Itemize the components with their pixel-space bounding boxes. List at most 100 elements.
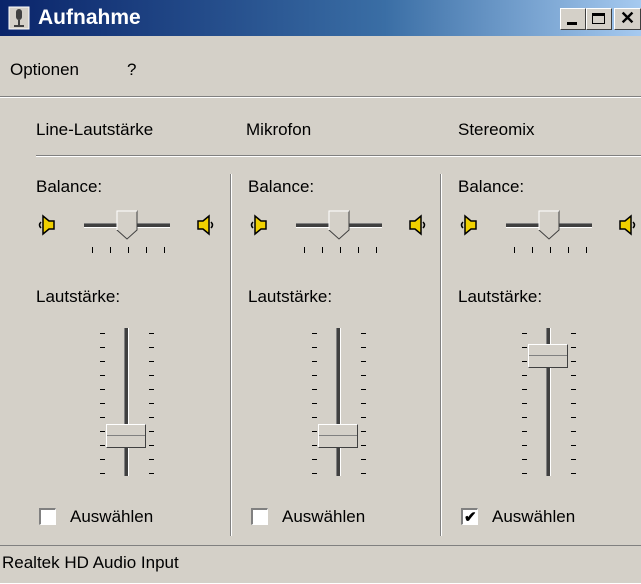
header-divider [36,155,641,157]
mixer-window: Aufnahme ✕ Optionen ? Line-Lautstärke Mi… [0,0,641,583]
balance-slider-thumb[interactable] [328,210,350,240]
volume-tick [100,431,105,432]
select-checkbox[interactable] [39,508,56,525]
volume-tick [149,389,154,390]
volume-tick [312,347,317,348]
select-label[interactable]: Auswählen [70,507,153,527]
balance-label: Balance: [36,177,103,196]
menu-help[interactable]: ? [127,60,136,80]
select-label[interactable]: Auswählen [282,507,365,527]
volume-tick [522,417,527,418]
volume-slider-track[interactable] [124,328,129,476]
volume-tick [312,459,317,460]
volume-tick [522,347,527,348]
volume-tick [100,361,105,362]
balance-label: Balance: [458,177,525,196]
minimize-icon [567,22,577,25]
balance-tick [146,247,147,253]
volume-tick [100,389,105,390]
volume-tick [149,445,154,446]
volume-tick [149,347,154,348]
volume-tick [100,417,105,418]
menu-optionen[interactable]: Optionen [10,60,79,80]
window-title: Aufnahme [38,6,141,29]
maximize-button[interactable] [586,8,612,30]
balance-tick [532,247,533,253]
volume-slider-track[interactable] [336,328,341,476]
maximize-icon [592,13,605,24]
volume-tick [571,459,576,460]
balance-label: Balance: [248,177,315,196]
volume-label: Lautstärke: [458,287,543,306]
balance-slider-thumb[interactable] [116,210,138,240]
balance-tick [514,247,515,253]
volume-label: Lautstärke: [248,287,333,306]
check-icon: ✔ [464,509,477,526]
balance-tick [550,247,551,253]
volume-tick [522,473,527,474]
close-button[interactable]: ✕ [614,8,641,30]
balance-slider-thumb[interactable] [538,210,560,240]
volume-tick [571,445,576,446]
volume-tick [312,403,317,404]
channel-title-mikrofon: Mikrofon [246,120,312,139]
volume-tick [312,417,317,418]
minimize-button[interactable] [560,8,586,30]
microphone-app-icon [8,6,30,30]
speaker-right-icon [409,214,426,236]
volume-tick [361,361,366,362]
balance-tick [568,247,569,253]
volume-tick [571,361,576,362]
volume-tick [571,389,576,390]
volume-label: Lautstärke: [36,287,121,306]
volume-tick [522,361,527,362]
volume-slider-thumb[interactable] [528,343,568,368]
balance-tick [376,247,377,253]
volume-tick [522,431,527,432]
balance-tick [586,247,587,253]
volume-tick [312,473,317,474]
balance-tick [128,247,129,253]
select-checkbox[interactable] [251,508,268,525]
volume-tick [571,347,576,348]
volume-tick [100,459,105,460]
volume-tick [522,403,527,404]
volume-tick [361,333,366,334]
select-checkbox[interactable]: ✔ [461,508,478,526]
balance-tick [304,247,305,253]
volume-tick [522,333,527,334]
volume-tick [149,473,154,474]
volume-tick [522,459,527,460]
close-icon: ✕ [620,8,636,28]
volume-tick [361,417,366,418]
volume-tick [361,347,366,348]
volume-tick [361,375,366,376]
volume-tick [571,375,576,376]
balance-tick [92,247,93,253]
menu-separator [0,96,641,98]
column-divider [230,174,232,536]
volume-tick [149,375,154,376]
volume-tick [149,403,154,404]
volume-tick [571,473,576,474]
volume-tick [312,333,317,334]
speaker-right-icon [619,214,636,236]
volume-tick [361,403,366,404]
menu-bar: Optionen ? [0,56,641,84]
channel-title-stereomix: Stereomix [458,120,535,139]
volume-tick [571,403,576,404]
volume-tick [361,445,366,446]
volume-slider-thumb[interactable] [106,424,146,449]
volume-tick [361,459,366,460]
title-bar[interactable]: Aufnahme ✕ [0,0,641,36]
balance-tick [358,247,359,253]
volume-tick [312,431,317,432]
speaker-left-icon [250,214,267,236]
volume-tick [149,361,154,362]
volume-tick [149,459,154,460]
volume-tick [312,361,317,362]
select-label[interactable]: Auswählen [492,507,575,527]
volume-tick [100,473,105,474]
volume-tick [361,473,366,474]
volume-slider-thumb[interactable] [318,424,358,449]
